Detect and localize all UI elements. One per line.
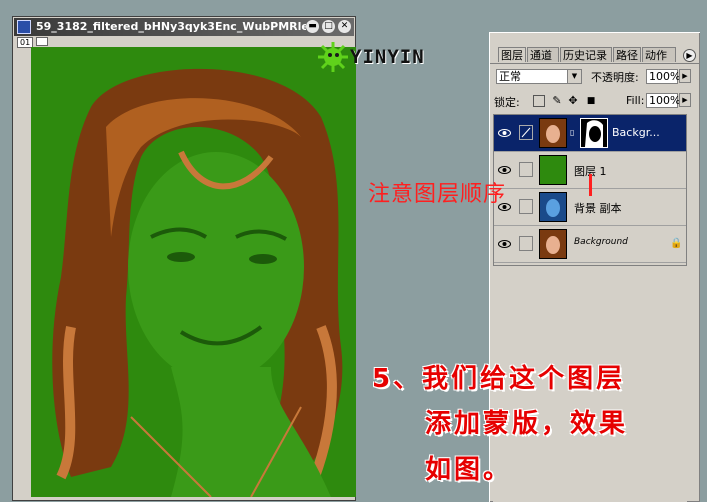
photoshop-icon	[17, 20, 31, 34]
maximize-icon[interactable]: □	[322, 20, 335, 33]
tab-paths[interactable]: 路径	[613, 47, 641, 62]
yinyin-logo: YINYIN	[316, 42, 446, 72]
virus-logo-icon	[318, 42, 348, 72]
logo-text: YINYIN	[350, 46, 425, 68]
panel-menu-icon[interactable]: ▶	[683, 49, 696, 62]
opacity-input[interactable]: 100%	[646, 69, 681, 84]
eye-icon[interactable]	[497, 126, 512, 140]
envelope-icon[interactable]	[36, 37, 48, 46]
lock-icon: 🔒	[670, 238, 683, 249]
tab-layers[interactable]: 图层	[498, 47, 526, 62]
layer-row-background[interactable]: Background 🔒	[494, 226, 686, 263]
mask-link-icon[interactable]: ▯	[570, 128, 574, 137]
document-titlebar[interactable]: 59_3182_filtered_bHNy3qyk3Enc_WubPMRle..…	[14, 18, 354, 36]
opacity-arrow-icon[interactable]: ▶	[679, 69, 691, 83]
brush-icon[interactable]	[519, 125, 533, 140]
fill-input[interactable]: 100%	[646, 93, 681, 108]
layer-name: 背景 副本	[574, 202, 622, 215]
link-box[interactable]	[519, 199, 533, 214]
document-window: 59_3182_filtered_bHNy3qyk3Enc_WubPMRle..…	[12, 16, 356, 501]
fill-label: Fill:	[626, 94, 645, 107]
layer-thumbnail	[539, 229, 567, 259]
fill-value: 100%	[649, 94, 681, 107]
layer-row-backgr[interactable]: ▯ Backgr...	[494, 115, 686, 152]
tab-actions[interactable]: 动作	[642, 47, 676, 62]
layer-thumbnail	[539, 118, 567, 148]
mask-thumbnail[interactable]	[580, 118, 608, 148]
layer-name: Background	[574, 237, 628, 247]
portrait-image	[31, 47, 356, 497]
opacity-value: 100%	[649, 70, 681, 83]
lock-label: 锁定:	[494, 96, 520, 109]
text-cursor-bar	[589, 174, 592, 196]
eye-icon[interactable]	[497, 163, 512, 177]
link-box[interactable]	[519, 236, 533, 251]
tab-history[interactable]: 历史记录	[560, 47, 612, 62]
opacity-label: 不透明度:	[591, 71, 639, 84]
blend-mode-value: 正常	[499, 70, 521, 83]
link-box[interactable]	[519, 162, 533, 177]
minimize-icon[interactable]: ▬	[306, 20, 319, 33]
lock-brush-icon[interactable]: ✎	[551, 95, 563, 107]
annotation-note: 注意图层顺序	[368, 182, 507, 207]
layer-name: Backgr...	[612, 126, 660, 139]
eye-icon[interactable]	[497, 237, 512, 251]
lock-all-icon[interactable]: ■	[585, 95, 597, 107]
step-text-line-2: 添加蒙版，效果	[425, 409, 629, 439]
fill-arrow-icon[interactable]: ▶	[679, 93, 691, 107]
panel-tabs: 图层 通道 历史记录 路径 动作	[490, 47, 700, 64]
step-text-line-3: 如图。	[425, 455, 513, 485]
step-text-line-1: 5、我们给这个图层	[372, 364, 626, 394]
blend-mode-select[interactable]: 正常 ▼	[496, 69, 582, 84]
close-icon[interactable]: ✕	[338, 20, 351, 33]
chevron-down-icon: ▼	[567, 70, 581, 83]
lock-move-icon[interactable]: ✥	[567, 95, 579, 107]
layer-thumbnail	[539, 192, 567, 222]
layer-thumbnail	[539, 155, 567, 185]
tab-channels[interactable]: 通道	[527, 47, 559, 62]
document-title: 59_3182_filtered_bHNy3qyk3Enc_WubPMRle..…	[36, 20, 306, 33]
image-canvas[interactable]	[31, 47, 356, 497]
lock-transparency-icon[interactable]	[533, 95, 545, 107]
